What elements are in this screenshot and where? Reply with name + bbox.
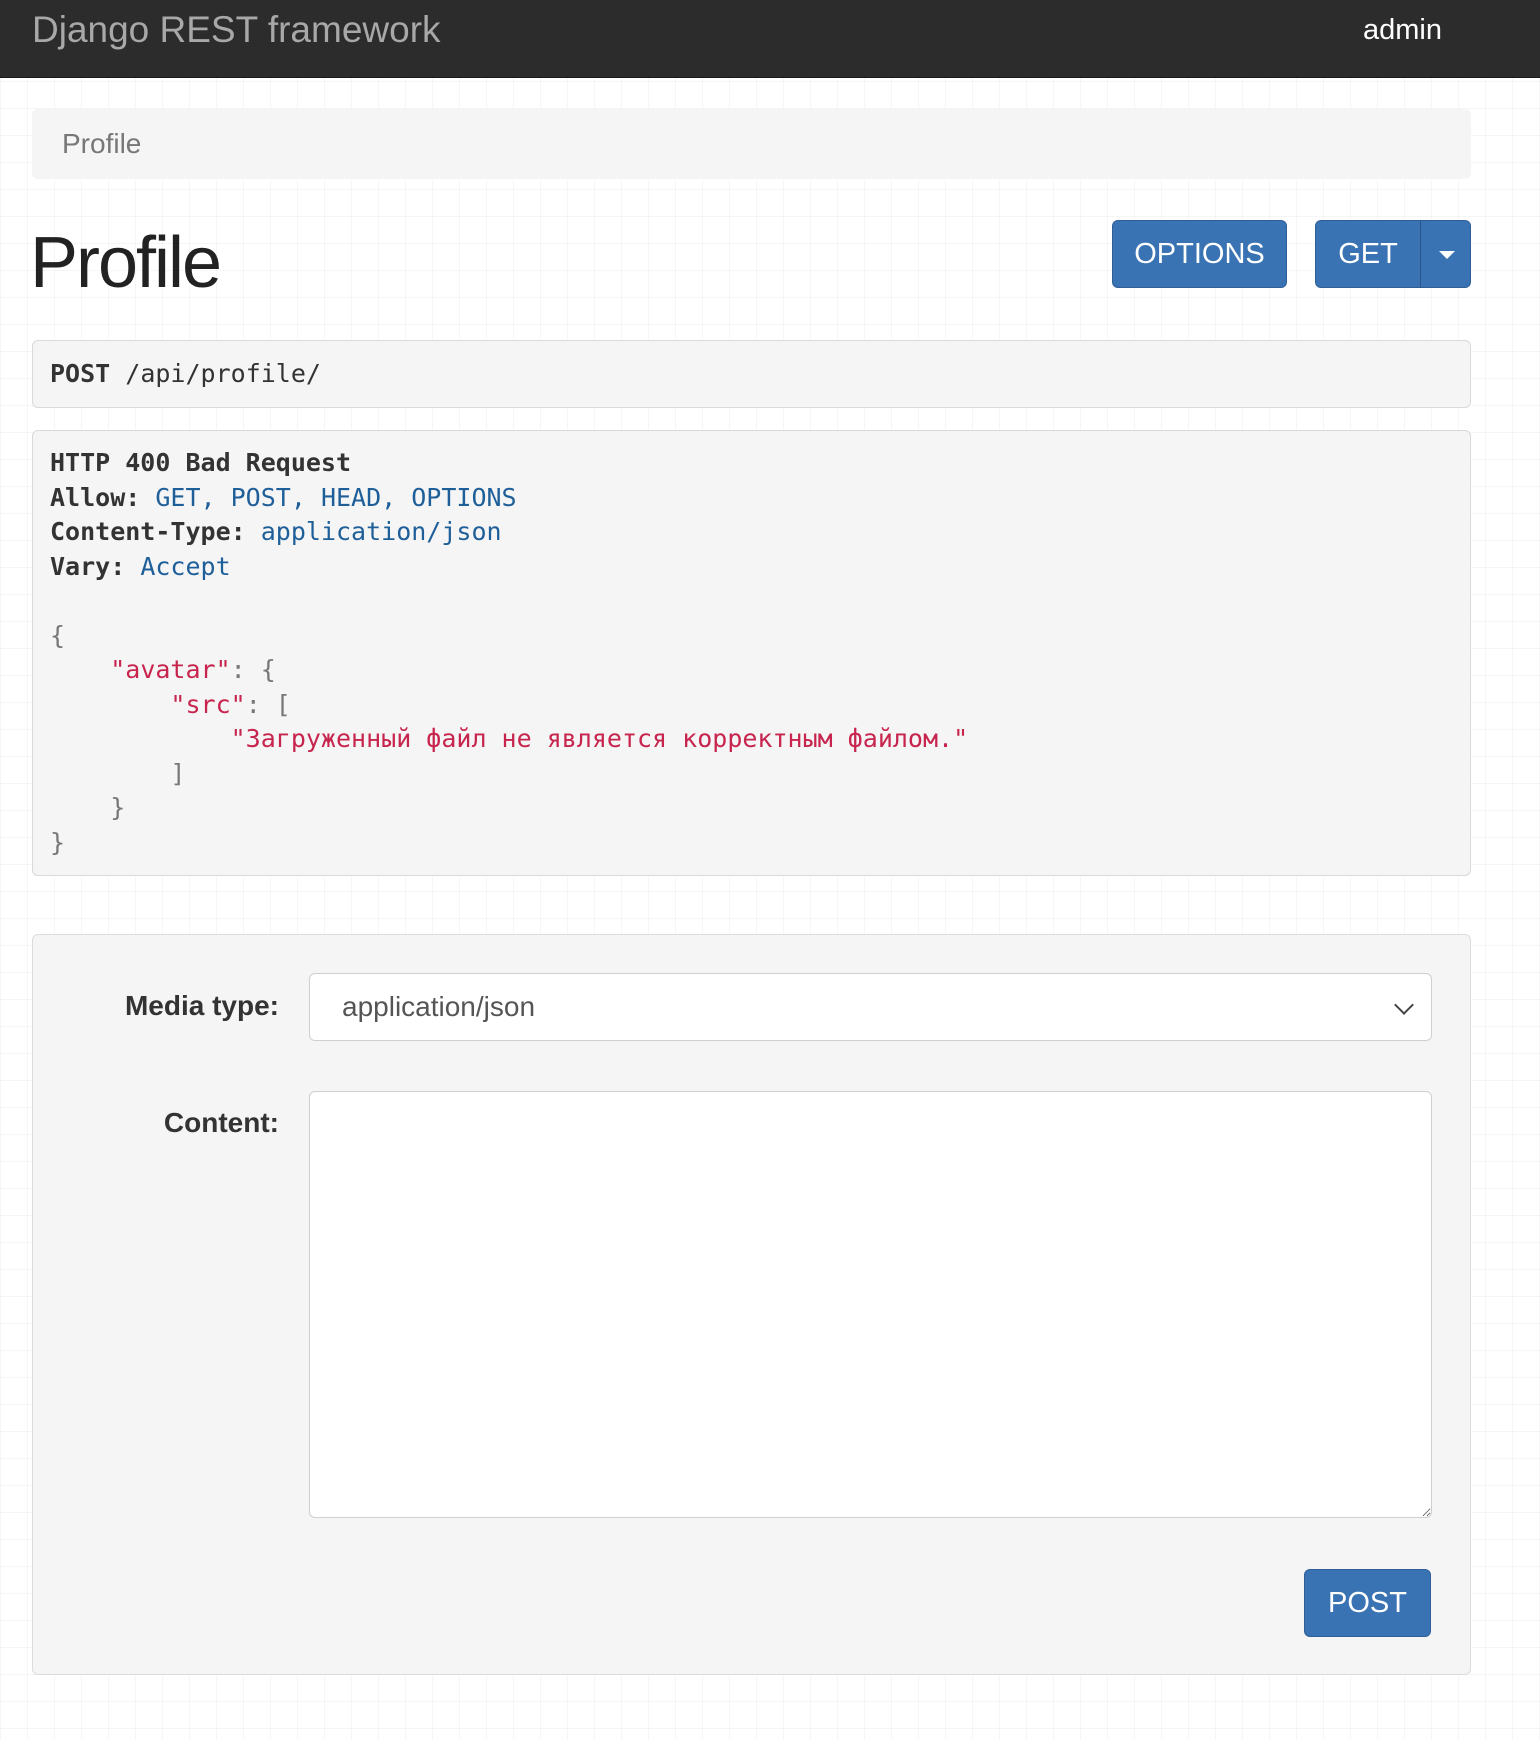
json-brace: { xyxy=(50,620,66,650)
header-key: Allow: xyxy=(50,482,141,512)
post-button[interactable]: POST xyxy=(1304,1569,1431,1637)
json-punct: } xyxy=(110,793,126,822)
json-punct: : { xyxy=(230,655,276,684)
json-brace: } xyxy=(50,827,66,857)
json-line: ] xyxy=(50,757,1453,792)
json-error-message: "Загруженный файл не является корректным… xyxy=(230,724,969,753)
media-type-label: Media type: xyxy=(124,990,279,1021)
header-value: GET, POST, HEAD, OPTIONS xyxy=(155,482,517,512)
breadcrumb-item-profile[interactable]: Profile xyxy=(62,128,141,159)
json-line: "avatar": { xyxy=(50,653,1453,688)
page-title: Profile xyxy=(30,223,222,303)
request-method: POST xyxy=(50,359,111,388)
json-key-src: "src" xyxy=(170,689,246,719)
header-value: application/json xyxy=(260,517,502,546)
raw-data-form: Media type: application/json Content: PO… xyxy=(32,934,1471,1675)
response-header-allow: Allow: GET, POST, HEAD, OPTIONS xyxy=(50,481,1453,516)
header-value: Accept xyxy=(140,551,231,581)
header-key: Vary: xyxy=(50,551,126,581)
json-line: } xyxy=(50,826,1453,861)
json-line: { xyxy=(50,619,1453,654)
get-button[interactable]: GET xyxy=(1315,220,1421,288)
response-info: HTTP 400 Bad Request Allow: GET, POST, HE… xyxy=(32,430,1471,876)
caret-down-icon xyxy=(1439,251,1455,259)
json-key-avatar: "avatar" xyxy=(110,655,231,684)
navbar: Django REST framework admin xyxy=(0,0,1540,78)
media-type-value: application/json xyxy=(342,991,536,1022)
request-info: POST /api/profile/ xyxy=(32,340,1471,408)
header-key: Content-Type: xyxy=(50,517,246,546)
get-button-group: GET xyxy=(1315,220,1471,288)
chevron-down-icon xyxy=(1394,995,1414,1015)
json-punct: ] xyxy=(170,758,186,788)
options-button[interactable]: OPTIONS xyxy=(1112,220,1287,288)
request-url: /api/profile/ xyxy=(125,359,321,388)
user-menu[interactable]: admin xyxy=(1363,12,1442,48)
json-punct: : [ xyxy=(245,689,291,719)
get-format-dropdown-toggle[interactable] xyxy=(1420,220,1471,288)
response-header-content-type: Content-Type: application/json xyxy=(50,515,1453,550)
json-line: "src": [ xyxy=(50,688,1453,723)
response-status: HTTP 400 Bad Request xyxy=(50,448,352,477)
content-textarea[interactable] xyxy=(309,1091,1432,1518)
brand-link[interactable]: Django REST framework xyxy=(32,8,441,52)
content-label: Content: xyxy=(163,1107,279,1138)
media-type-select[interactable]: application/json xyxy=(309,973,1432,1041)
json-line: } xyxy=(50,791,1453,826)
json-line: "Загруженный файл не является корректным… xyxy=(50,722,1453,757)
breadcrumb: Profile xyxy=(32,109,1471,179)
response-header-vary: Vary: Accept xyxy=(50,550,1453,585)
